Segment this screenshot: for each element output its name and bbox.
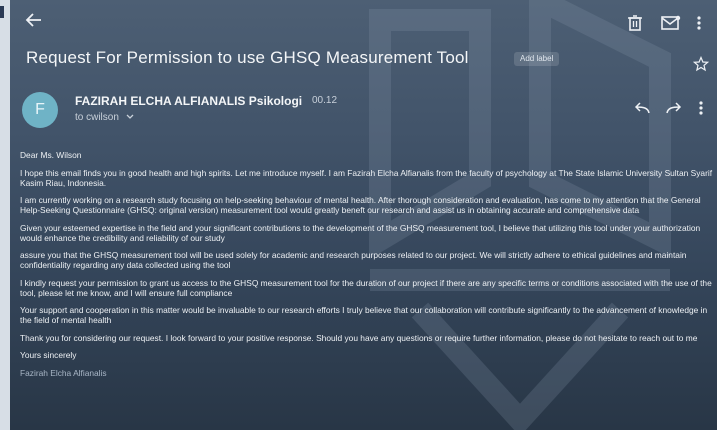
top-actions (617, 12, 709, 34)
top-app-bar (10, 0, 717, 46)
closing: Yours sincerely (20, 350, 77, 360)
body-paragraph: Your support and cooperation in this mat… (20, 305, 708, 325)
avatar[interactable]: F (22, 92, 58, 128)
reply-icon (634, 102, 650, 114)
back-button[interactable] (24, 10, 48, 34)
recipient-toggle[interactable]: to cwilson (75, 112, 134, 123)
sent-time: 00.12 (312, 95, 338, 106)
add-label-chip[interactable]: Add label (514, 52, 560, 66)
body-paragraph: I kindly request your permission to gran… (20, 277, 712, 298)
mark-unread-button[interactable] (653, 12, 689, 34)
star-button[interactable] (692, 55, 710, 72)
sender-row: F FAZIRAH ELCHA ALFIANALIS Psikologi 00.… (22, 92, 712, 132)
trash-icon (628, 15, 642, 31)
arrow-left-icon (25, 13, 41, 27)
email-body: Dear Ms. Wilson I hope this email finds … (20, 150, 714, 385)
body-paragraph: Thank you for considering our request. I… (20, 332, 698, 343)
sender-name: FAZIRAH ELCHA ALFIANALIS Psikologi (75, 94, 303, 108)
message-more-button[interactable] (690, 98, 712, 118)
email-view: Request For Permission to use GHSQ Measu… (10, 0, 717, 430)
reply-button[interactable] (626, 98, 658, 118)
more-options-button[interactable] (689, 12, 709, 34)
body-paragraph: I hope this email finds you in good heal… (20, 167, 713, 188)
left-edge-strip (0, 0, 10, 430)
greeting: Dear Ms. Wilson (20, 150, 82, 160)
left-edge-marker (0, 6, 4, 18)
forward-icon (666, 102, 682, 114)
chevron-down-icon (126, 114, 134, 119)
subject-row: Request For Permission to use GHSQ Measu… (26, 48, 706, 72)
star-icon (692, 55, 710, 72)
message-actions (626, 98, 712, 118)
mail-icon (661, 15, 681, 30)
more-vert-icon (697, 16, 701, 30)
body-paragraph: Given your esteemed expertise in the fie… (20, 222, 701, 243)
delete-button[interactable] (617, 12, 653, 34)
body-paragraph: assure you that the GHSQ measurement too… (20, 250, 687, 270)
more-vert-icon (699, 101, 703, 115)
email-subject: Request For Permission to use GHSQ Measu… (26, 48, 469, 67)
body-paragraph: I am currently working on a research stu… (20, 195, 701, 215)
signature: Fazirah Elcha Alfianalis (20, 367, 107, 378)
forward-button[interactable] (658, 98, 690, 118)
recipient-label: to cwilson (75, 112, 119, 123)
